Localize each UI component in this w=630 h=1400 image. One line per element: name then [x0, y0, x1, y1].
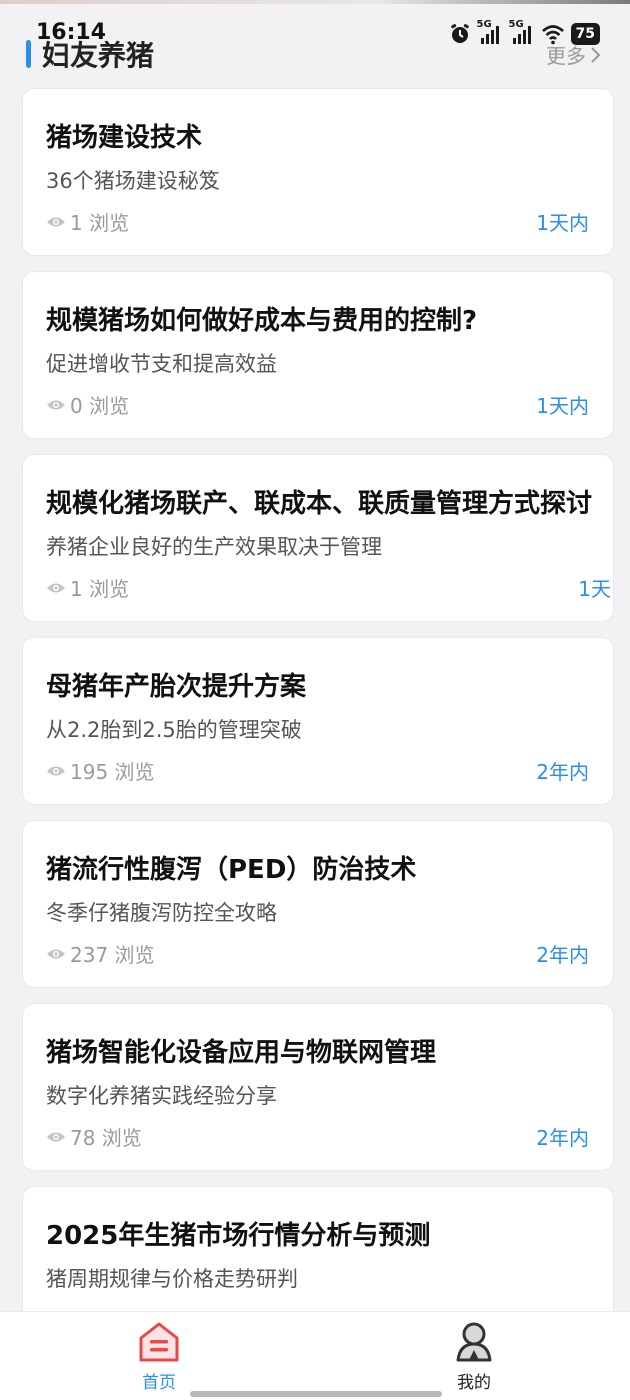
article-card[interactable]: 规模猪场如何做好成本与费用的控制? 促进增收节支和提高效益 0 浏览 1天内 [22, 271, 614, 439]
views-count: 1 浏览 [70, 577, 130, 601]
tab-home-label: 首页 [142, 1373, 176, 1393]
article-subtitle: 冬季仔猪腹泻防控全攻略 [46, 901, 277, 925]
article-views: 237 浏览 [46, 939, 155, 968]
article-views: 195 浏览 [46, 756, 155, 785]
article-title: 猪场智能化设备应用与物联网管理 [46, 1038, 437, 1068]
views-count: 0 浏览 [70, 394, 130, 418]
article-time: 2年内 [536, 1126, 589, 1150]
section-header: 妇友养猪 更多 [26, 34, 606, 74]
user-icon [456, 1322, 492, 1362]
eye-icon [47, 949, 65, 958]
article-subtitle: 促进增收节支和提高效益 [46, 352, 277, 376]
article-card[interactable]: 猪流行性腹泻（PED）防治技术 冬季仔猪腹泻防控全攻略 237 浏览 2年内 [22, 820, 614, 988]
home-icon [139, 1322, 179, 1362]
home-indicator [190, 1391, 442, 1397]
article-subtitle: 数字化养猪实践经验分享 [46, 1084, 277, 1108]
article-title: 猪场建设技术 [46, 123, 203, 153]
article-time: 1天 [578, 577, 611, 601]
article-title: 2025年生猪市场行情分析与预测 [46, 1221, 431, 1251]
article-views: 1 浏览 [46, 573, 129, 602]
views-count: 1 浏览 [70, 211, 130, 235]
article-time: 2年内 [536, 943, 589, 967]
tab-mine-label: 我的 [457, 1373, 491, 1393]
views-count: 195 浏览 [70, 760, 155, 784]
article-views: 1 浏览 [46, 207, 129, 236]
tab-mine[interactable]: 我的 [414, 1320, 534, 1394]
section-title: 妇友养猪 [42, 39, 155, 72]
eye-icon [47, 400, 65, 409]
article-card[interactable]: 母猪年产胎次提升方案 从2.2胎到2.5胎的管理突破 195 浏览 2年内 [22, 637, 614, 805]
header-accent-bar [26, 40, 31, 68]
article-card[interactable]: 规模化猪场联产、联成本、联质量管理方式探讨 养猪企业良好的生产效果取决于管理 1… [22, 454, 614, 622]
article-card[interactable]: 猪场智能化设备应用与物联网管理 数字化养猪实践经验分享 78 浏览 2年内 [22, 1003, 614, 1171]
top-strip [0, 0, 630, 4]
more-link[interactable]: 更多 [546, 40, 602, 69]
eye-icon [47, 217, 65, 226]
eye-icon [47, 583, 65, 592]
views-count: 237 浏览 [70, 943, 155, 967]
article-time: 2年内 [536, 760, 589, 784]
chevron-right-icon [591, 46, 601, 63]
article-title: 规模猪场如何做好成本与费用的控制? [46, 306, 478, 336]
article-views: 78 浏览 [46, 1122, 142, 1151]
article-subtitle: 养猪企业良好的生产效果取决于管理 [46, 535, 382, 559]
article-card[interactable]: 猪场建设技术 36个猪场建设秘笈 1 浏览 1天内 [22, 88, 614, 256]
article-title: 猪流行性腹泻（PED）防治技术 [46, 855, 417, 885]
tab-home[interactable]: 首页 [99, 1320, 219, 1394]
eye-icon [47, 766, 65, 775]
article-subtitle: 36个猪场建设秘笈 [46, 169, 220, 193]
more-label: 更多 [546, 44, 586, 68]
bottom-tab-bar: 首页 我的 [0, 1311, 630, 1400]
article-subtitle: 从2.2胎到2.5胎的管理突破 [46, 718, 302, 742]
article-title: 母猪年产胎次提升方案 [46, 672, 307, 702]
views-count: 78 浏览 [70, 1126, 142, 1150]
eye-icon [47, 1132, 65, 1141]
article-list: 猪场建设技术 36个猪场建设秘笈 1 浏览 1天内 规模猪场如何做好成本与费用的… [22, 88, 614, 1369]
article-subtitle: 猪周期规律与价格走势研判 [46, 1267, 298, 1291]
article-title: 规模化猪场联产、联成本、联质量管理方式探讨 [46, 489, 593, 519]
article-time: 1天内 [536, 394, 589, 418]
article-views: 0 浏览 [46, 390, 129, 419]
article-time: 1天内 [536, 211, 589, 235]
